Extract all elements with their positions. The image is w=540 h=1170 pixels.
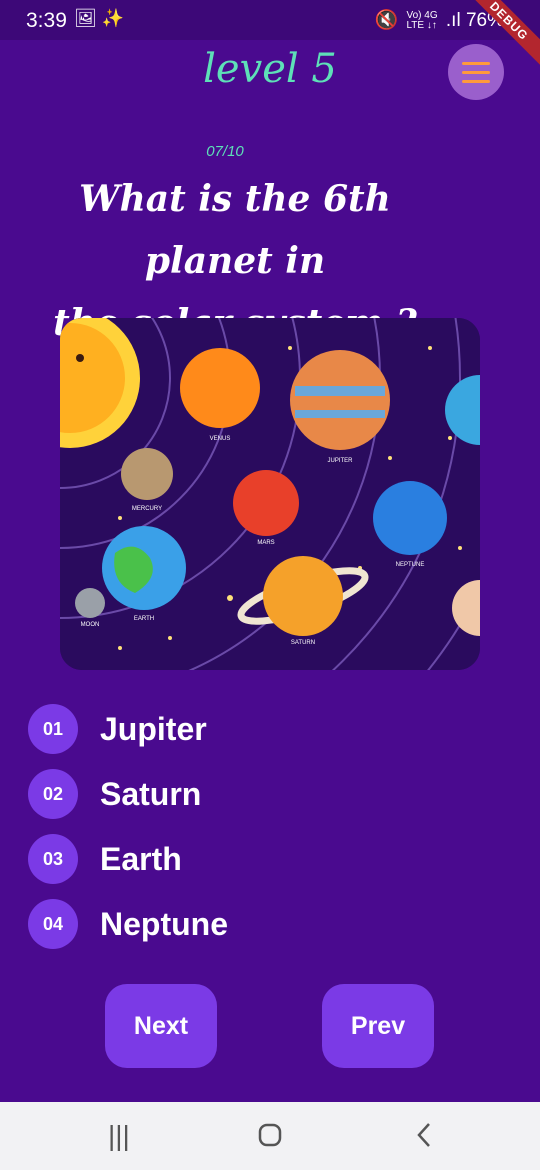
planet-label-venus: VENUS [210,436,231,442]
back-icon-shape [417,1123,430,1147]
answer-number-badge: 01 [28,704,78,754]
status-indicators: 🔇 Vo) 4G LTE ↓↑ .ıl 76% [375,8,504,32]
status-bar: 3:39 🖼 ✨ 🔇 Vo) 4G LTE ↓↑ .ıl 76% [0,0,540,40]
answer-label: Neptune [100,905,228,942]
planet-label-mars: MARS [257,540,274,546]
home-icon[interactable] [258,1122,282,1154]
hamburger-icon-line [462,61,490,65]
solar-system-image: VENUS JUPITER MERCURY MARS NEPTUNE EARTH… [60,318,480,670]
planet-label-earth: EARTH [134,616,154,622]
prev-button[interactable]: Prev [322,984,434,1068]
planet-label-saturn: SATURN [291,640,315,646]
recent-apps-icon[interactable]: ||| [108,1120,130,1152]
status-time: 3:39 [26,9,67,32]
answer-option-3[interactable]: 03 Earth [28,834,228,884]
menu-button[interactable] [448,44,504,100]
hamburger-icon-line [462,79,490,83]
answer-option-1[interactable]: 01 Jupiter [28,704,228,754]
answer-option-4[interactable]: 04 Neptune [28,899,228,949]
hamburger-icon-line [462,70,490,74]
question-line-1: What is the 6th planet in [79,178,391,282]
signal-bars-icon: .ıl [445,10,461,31]
home-icon-shape [258,1123,282,1147]
answer-list: 01 Jupiter 02 Saturn 03 Earth 04 Neptune [28,704,228,964]
mute-icon: 🔇 [374,10,399,31]
planet-label-moon: MOON [81,622,100,628]
answer-label: Jupiter [100,710,207,747]
system-navigation-bar: ||| [0,1102,540,1170]
solar-system-illustration: VENUS JUPITER MERCURY MARS NEPTUNE EARTH… [60,318,480,670]
next-button[interactable]: Next [105,984,217,1068]
signal-label: Vo) 4G LTE ↓↑ [406,10,437,31]
back-icon[interactable] [414,1122,434,1155]
planet-label-jupiter: JUPITER [327,458,353,464]
answer-number-badge: 04 [28,899,78,949]
planet-label-mercury: MERCURY [132,506,162,512]
answer-label: Saturn [100,775,202,812]
answer-number-badge: 03 [28,834,78,884]
planet-label-neptune: NEPTUNE [396,562,425,568]
answer-number-badge: 02 [28,769,78,819]
signal-sub-text: LTE ↓↑ [406,19,437,31]
answer-option-2[interactable]: 02 Saturn [28,769,228,819]
question-progress: 07/10 [206,143,244,160]
answer-label: Earth [100,840,182,877]
notification-icons: 🖼 ✨ [74,8,125,28]
